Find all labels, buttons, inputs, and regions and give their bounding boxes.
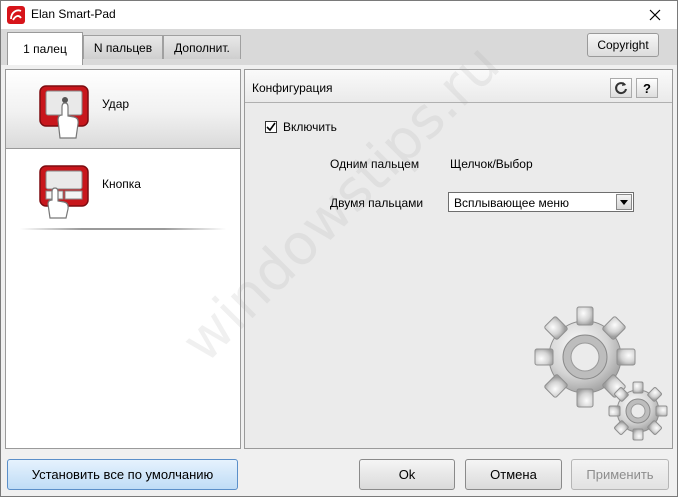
enable-checkbox[interactable] — [265, 121, 277, 133]
tab-strip: 1 палец N пальцев Дополнит. — [1, 29, 677, 65]
copyright-button[interactable]: Copyright — [587, 33, 659, 57]
set-defaults-button[interactable]: Установить все по умолчанию — [7, 459, 238, 490]
configuration-panel: Конфигурация ? Включить Одним пальцем Ще… — [244, 69, 673, 449]
close-icon — [649, 9, 661, 21]
refresh-button[interactable] — [610, 78, 632, 98]
two-fingers-value: Всплывающее меню — [454, 196, 570, 210]
gears-icon — [534, 306, 668, 441]
cancel-label: Отмена — [490, 467, 537, 482]
two-fingers-select[interactable]: Всплывающее меню — [448, 192, 634, 212]
configuration-title: Конфигурация — [252, 81, 333, 95]
close-button[interactable] — [633, 1, 677, 29]
ok-label: Ok — [398, 467, 416, 482]
apply-label: Применить — [586, 467, 654, 482]
help-icon: ? — [643, 80, 651, 96]
copyright-label: Copyright — [597, 38, 649, 52]
gesture-label: Удар — [102, 97, 130, 111]
tab-label: Дополнит. — [174, 40, 230, 55]
tab-one-finger[interactable]: 1 палец — [7, 32, 83, 65]
gesture-item-tap[interactable]: Удар — [6, 70, 240, 149]
help-button[interactable]: ? — [636, 78, 658, 98]
gesture-label: Кнопка — [102, 177, 141, 191]
configuration-header: Конфигурация ? — [245, 70, 672, 103]
cancel-button[interactable]: Отмена — [465, 459, 562, 490]
set-defaults-label: Установить все по умолчанию — [31, 467, 214, 482]
tab-label: 1 палец — [23, 42, 67, 56]
gesture-item-button[interactable]: Кнопка — [6, 150, 240, 228]
window-title: Elan Smart-Pad — [31, 7, 116, 21]
one-finger-value: Щелчок/Выбор — [450, 157, 533, 171]
elan-smart-pad-window: Elan Smart-Pad 1 палец N пальцев Дополни… — [0, 0, 678, 497]
checkmark-icon — [266, 122, 276, 132]
apply-button[interactable]: Применить — [571, 459, 669, 490]
enable-label: Включить — [283, 120, 337, 134]
enable-checkbox-row[interactable]: Включить — [265, 120, 337, 134]
touchpad-button-icon — [39, 165, 89, 219]
tab-n-fingers[interactable]: N пальцев — [83, 35, 163, 59]
one-finger-label: Одним пальцем — [330, 157, 420, 171]
list-separator — [20, 228, 226, 230]
two-fingers-label: Двумя пальцами — [330, 196, 424, 210]
touchpad-tap-icon — [39, 85, 89, 139]
dropdown-button[interactable] — [616, 194, 632, 210]
tab-advanced[interactable]: Дополнит. — [163, 35, 241, 59]
chevron-down-icon — [620, 199, 628, 205]
tab-label: N пальцев — [93, 40, 153, 55]
title-bar: Elan Smart-Pad — [1, 1, 677, 29]
elan-app-icon — [7, 6, 25, 24]
gesture-list: Удар Кнопка — [5, 69, 241, 449]
ok-button[interactable]: Ok — [359, 459, 455, 490]
refresh-icon — [615, 82, 627, 95]
